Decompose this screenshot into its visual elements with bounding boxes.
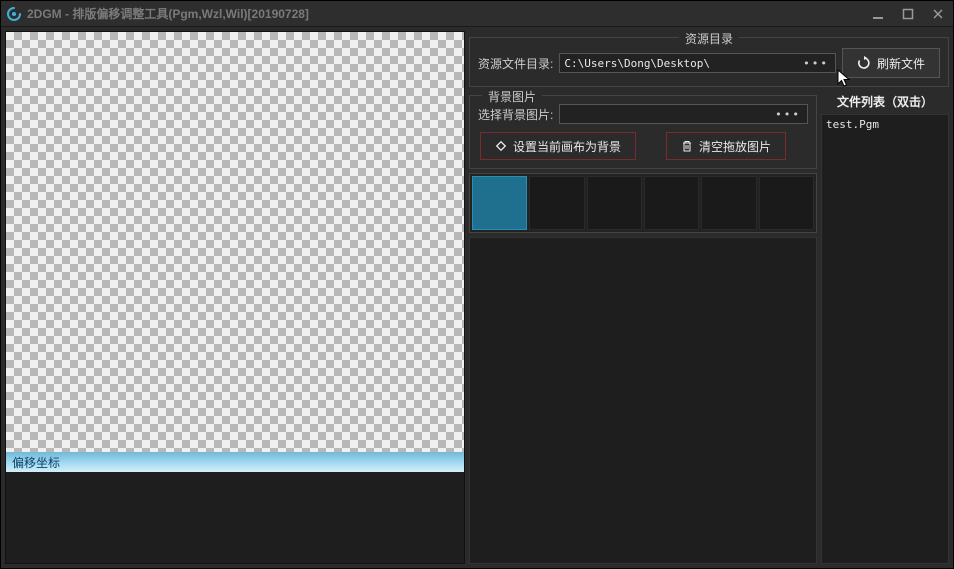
- background-legend: 背景图片: [482, 88, 542, 105]
- clear-drag-label: 清空拖放图片: [699, 138, 771, 155]
- trash-icon: [681, 140, 693, 152]
- close-icon: [932, 8, 944, 20]
- canvas-panel: 偏移坐标: [5, 31, 465, 564]
- file-list[interactable]: test.Pgm: [821, 114, 949, 564]
- app-window: 2DGM - 排版偏移调整工具(Pgm,Wzl,Wil)[20190728] 偏…: [0, 0, 954, 569]
- background-group: 背景图片 选择背景图片: •••: [469, 95, 817, 169]
- refresh-icon: [857, 56, 871, 70]
- offset-coord-label: 偏移坐标: [12, 456, 60, 470]
- minimize-icon: [872, 8, 884, 20]
- maximize-button[interactable]: [893, 1, 923, 26]
- maximize-icon: [902, 8, 914, 20]
- middle-column: 背景图片 选择背景图片: •••: [469, 89, 817, 564]
- thumbnail-slot[interactable]: [472, 176, 527, 230]
- browse-resource-button[interactable]: •••: [801, 57, 831, 70]
- offset-coord-bar: 偏移坐标: [6, 452, 464, 472]
- minimize-button[interactable]: [863, 1, 893, 26]
- resource-path-label: 资源文件目录:: [478, 55, 553, 72]
- select-bg-input[interactable]: •••: [559, 104, 808, 124]
- file-list-header: 文件列表（双击）: [821, 89, 949, 114]
- window-body: 偏移坐标 资源目录 资源文件目录: C:\Users\Dong\Desktop\…: [1, 27, 953, 568]
- app-logo-icon: [7, 7, 21, 21]
- cursor-icon: [837, 69, 853, 89]
- refresh-files-label: 刷新文件: [877, 55, 925, 72]
- window-title: 2DGM - 排版偏移调整工具(Pgm,Wzl,Wil)[20190728]: [27, 5, 863, 22]
- thumbnail-strip: [469, 173, 817, 233]
- resource-path-input[interactable]: C:\Users\Dong\Desktop\ •••: [559, 53, 836, 73]
- select-bg-label: 选择背景图片:: [478, 106, 553, 123]
- file-list-item[interactable]: test.Pgm: [826, 117, 944, 132]
- clear-drag-button[interactable]: 清空拖放图片: [666, 132, 786, 160]
- browse-bg-button[interactable]: •••: [773, 108, 803, 121]
- titlebar[interactable]: 2DGM - 排版偏移调整工具(Pgm,Wzl,Wil)[20190728]: [1, 1, 953, 27]
- canvas-checkerboard: [6, 32, 464, 452]
- refresh-files-button[interactable]: 刷新文件: [842, 48, 940, 78]
- thumbnail-slot[interactable]: [587, 176, 642, 230]
- resource-path-value: C:\Users\Dong\Desktop\: [564, 57, 710, 70]
- canvas-area[interactable]: 偏移坐标: [6, 32, 464, 472]
- canvas-bottom-area: [6, 472, 464, 563]
- middle-fill-area: [469, 237, 817, 564]
- thumbnail-slot[interactable]: [644, 176, 699, 230]
- right-area: 资源目录 资源文件目录: C:\Users\Dong\Desktop\ ••• …: [469, 31, 949, 564]
- window-controls: [863, 1, 953, 26]
- diamond-icon: [495, 140, 507, 152]
- set-canvas-bg-button[interactable]: 设置当前画布为背景: [480, 132, 636, 160]
- resource-dir-group: 资源目录 资源文件目录: C:\Users\Dong\Desktop\ ••• …: [469, 37, 949, 87]
- set-canvas-bg-label: 设置当前画布为背景: [513, 138, 621, 155]
- thumbnail-slot[interactable]: [529, 176, 584, 230]
- close-button[interactable]: [923, 1, 953, 26]
- thumbnail-slot[interactable]: [759, 176, 814, 230]
- resource-dir-legend: 资源目录: [679, 30, 739, 47]
- thumbnail-slot[interactable]: [701, 176, 756, 230]
- file-list-column: 文件列表（双击） test.Pgm: [821, 89, 949, 564]
